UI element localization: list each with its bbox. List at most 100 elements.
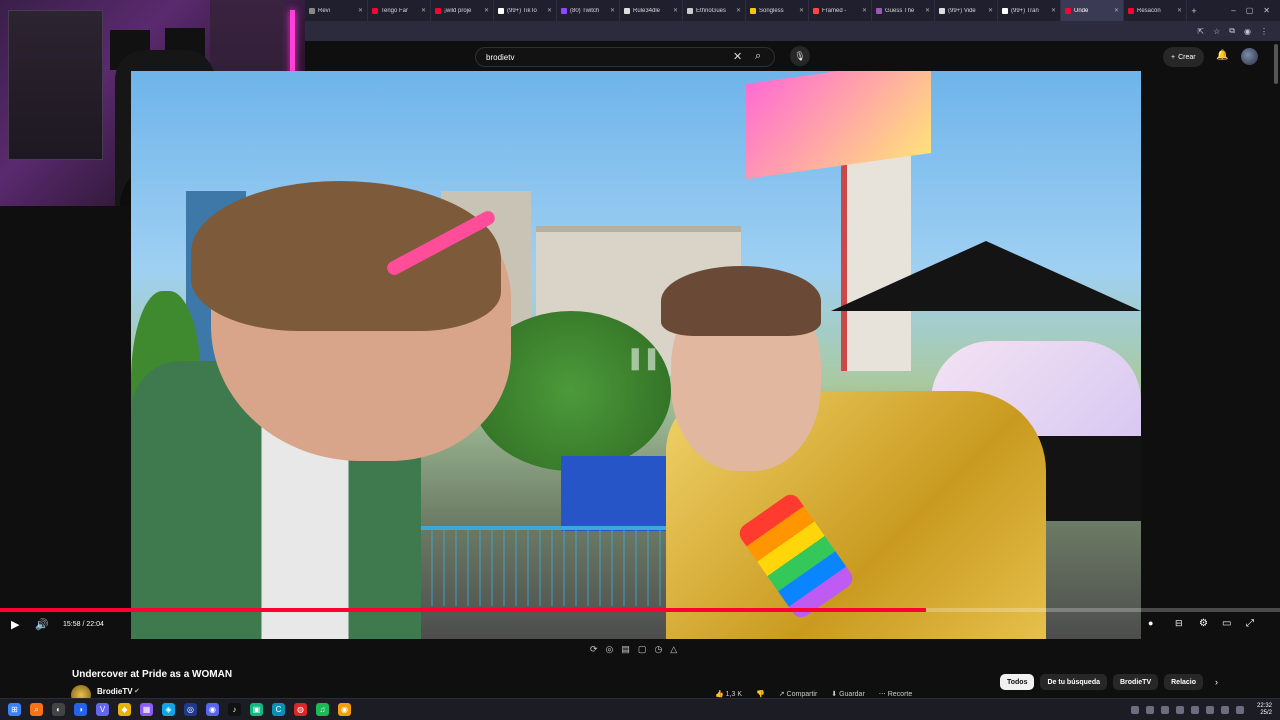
filter-chip[interactable]: De tu búsqueda [1040, 674, 1107, 690]
search-icon[interactable]: ⌕ [755, 50, 761, 63]
tab-close-icon[interactable]: ✕ [988, 7, 993, 14]
tab-close-icon[interactable]: ✕ [673, 7, 678, 14]
speed-icon[interactable]: ◷ [654, 644, 662, 660]
screen-icon[interactable]: ▤ [621, 644, 630, 660]
window-icon[interactable]: ▢ [638, 644, 647, 660]
app-icon[interactable]: ◐ [52, 703, 65, 716]
browser-tab[interactable]: Guess The ✕ [872, 0, 935, 21]
tray-icon[interactable] [1160, 705, 1169, 714]
browser-tab[interactable]: (99+) TikTo ✕ [494, 0, 557, 21]
tray-icon[interactable] [1145, 705, 1154, 714]
loop-icon[interactable]: ⟳ [590, 644, 598, 660]
dislike-button[interactable]: 👎 [756, 690, 765, 698]
close-window-button[interactable]: ✕ [1263, 6, 1270, 15]
page-scrollbar[interactable] [1274, 44, 1278, 84]
subtitles-icon[interactable]: ⊟ [1175, 618, 1183, 629]
tray-icon[interactable] [1235, 705, 1244, 714]
new-tab-button[interactable]: + [1187, 6, 1201, 16]
discord-icon[interactable]: ◉ [206, 703, 219, 716]
tab-label: (99+) Tran [1011, 7, 1039, 14]
browser-tab[interactable]: ¡wild proje ✕ [431, 0, 494, 21]
tab-favicon-icon [498, 7, 504, 14]
browser-tab[interactable]: Rule34dle ✕ [620, 0, 683, 21]
flask-icon[interactable]: △ [670, 644, 677, 660]
tab-close-icon[interactable]: ✕ [799, 7, 804, 14]
taskbar-clock[interactable]: 22:32 25/2 [1257, 703, 1272, 717]
fullscreen-icon[interactable]: ⤢ [1246, 618, 1254, 629]
browser-tab[interactable]: Resacón ✕ [1124, 0, 1187, 21]
volume-icon[interactable]: 🔊 [35, 618, 49, 631]
menu-icon[interactable]: ⋮ [1260, 27, 1268, 36]
share-button[interactable]: ↗ Compartir [779, 690, 818, 698]
maximize-button[interactable]: ▢ [1246, 6, 1254, 15]
browser-tab[interactable]: Framed - ✕ [809, 0, 872, 21]
tab-close-icon[interactable]: ✕ [1177, 7, 1182, 14]
filter-chip[interactable]: Todos [1000, 674, 1035, 690]
save-button[interactable]: ⬇ Guardar [831, 690, 865, 698]
tab-close-icon[interactable]: ✕ [484, 7, 489, 14]
tray-icon[interactable] [1205, 705, 1214, 714]
filter-chip[interactable]: BrodieTV [1113, 674, 1159, 690]
like-button[interactable]: 👍 1,3 K [715, 690, 742, 698]
browser-tab[interactable]: (80) Twitch ✕ [557, 0, 620, 21]
bookmark-star-icon[interactable]: ☆ [1213, 27, 1220, 36]
tiktok-icon[interactable]: ♪ [228, 703, 241, 716]
tab-close-icon[interactable]: ✕ [421, 7, 426, 14]
account-avatar[interactable] [1241, 48, 1258, 65]
theater-mode-icon[interactable]: ▭ [1222, 618, 1231, 629]
pause-overlay-icon[interactable]: ❚❚ [626, 345, 661, 371]
tab-close-icon[interactable]: ✕ [736, 7, 741, 14]
steam-icon[interactable]: ◎ [184, 703, 197, 716]
browser-tab[interactable]: Tengo Far ✕ [368, 0, 431, 21]
channel-name[interactable]: BrodieTV [97, 687, 133, 696]
tray-icon[interactable] [1220, 705, 1229, 714]
profile-icon[interactable]: ◉ [1244, 27, 1251, 36]
autoplay-toggle-icon[interactable]: ● [1148, 618, 1153, 628]
tab-close-icon[interactable]: ✕ [547, 7, 552, 14]
video-progress-bar[interactable] [0, 608, 1280, 612]
search-input[interactable]: brodietv [475, 47, 775, 67]
app-icon[interactable]: ◆ [118, 703, 131, 716]
extensions-puzzle-icon[interactable]: ⧉ [1229, 26, 1235, 36]
spotify-icon[interactable]: ♫ [316, 703, 329, 716]
clip-button[interactable]: ⋯ Recorte [879, 690, 912, 698]
tab-close-icon[interactable]: ✕ [1114, 7, 1119, 14]
play-icon[interactable]: ▶ [11, 618, 19, 631]
clear-search-icon[interactable]: ✕ [733, 50, 742, 63]
browser-tab[interactable]: EthnoGues ✕ [683, 0, 746, 21]
extension-icon[interactable]: ⇱ [1197, 27, 1204, 36]
tab-close-icon[interactable]: ✕ [925, 7, 930, 14]
app-icon[interactable]: ◑ [74, 703, 87, 716]
tab-close-icon[interactable]: ✕ [610, 7, 615, 14]
audio-icon[interactable]: ◎ [606, 644, 614, 660]
chrome-icon[interactable]: ◉ [338, 703, 351, 716]
browser-tab[interactable]: Revi ✕ [305, 0, 368, 21]
tab-close-icon[interactable]: ✕ [862, 7, 867, 14]
tray-icon[interactable] [1175, 705, 1184, 714]
app-icon[interactable]: V [96, 703, 109, 716]
minimize-button[interactable]: – [1231, 6, 1235, 15]
app-icon[interactable]: ◍ [294, 703, 307, 716]
browser-tab[interactable]: Songless ✕ [746, 0, 809, 21]
tab-close-icon[interactable]: ✕ [1051, 7, 1056, 14]
search-icon[interactable]: ⌕ [30, 703, 43, 716]
windows-icon[interactable]: ⊞ [8, 703, 21, 716]
app-icon[interactable]: ◈ [162, 703, 175, 716]
notifications-bell-icon[interactable]: 🔔 [1216, 50, 1228, 61]
app-icon[interactable]: ▣ [250, 703, 263, 716]
create-button[interactable]: + Crear [1163, 47, 1204, 67]
browser-tab[interactable]: (99+) Vide ✕ [935, 0, 998, 21]
browser-tab[interactable]: (99+) Tran ✕ [998, 0, 1061, 21]
tab-close-icon[interactable]: ✕ [358, 7, 363, 14]
tray-icon[interactable] [1130, 705, 1139, 714]
video-frame[interactable]: ❚❚ [131, 71, 1141, 639]
video-person-hair [191, 181, 501, 331]
chevron-right-icon[interactable]: › [1215, 677, 1218, 687]
browser-tab[interactable]: Unde ✕ [1061, 0, 1124, 21]
microphone-icon[interactable]: 🎙 [790, 46, 810, 66]
app-icon[interactable]: C [272, 703, 285, 716]
app-icon[interactable]: ▦ [140, 703, 153, 716]
filter-chip[interactable]: Relacio [1164, 674, 1204, 690]
settings-gear-icon[interactable]: ⚙ [1199, 618, 1208, 629]
tray-icon[interactable] [1190, 705, 1199, 714]
